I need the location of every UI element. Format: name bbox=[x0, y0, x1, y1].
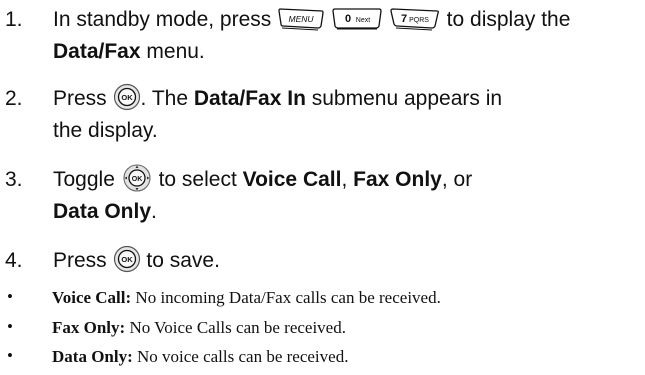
step-text: , bbox=[341, 168, 348, 191]
bullet-icon: • bbox=[7, 346, 13, 365]
step-emphasis: Fax Only bbox=[353, 168, 442, 191]
step-body: In standby mode, press MENU 0 Next 7 PQR… bbox=[53, 4, 643, 68]
step-text: , or bbox=[441, 168, 473, 191]
bullet-text: Data Only: No voice calls can be receive… bbox=[52, 345, 348, 369]
key-label: MENU bbox=[289, 14, 315, 24]
bullet-term: Data Only: bbox=[52, 347, 133, 366]
step-text: to select bbox=[158, 168, 237, 191]
ok-button-icon: OK bbox=[113, 83, 141, 111]
step-number: 1. bbox=[5, 8, 23, 31]
navigation-key-icon: OK bbox=[121, 164, 153, 192]
step-body: Toggle OK to select Voice Call, Fax Only… bbox=[53, 164, 643, 228]
bullet-term: Fax Only: bbox=[52, 318, 126, 337]
step-emphasis: Data/Fax bbox=[53, 40, 141, 63]
bullet-icon: • bbox=[7, 287, 13, 306]
key-label: 0 bbox=[345, 13, 351, 25]
step-text: to display the bbox=[446, 8, 571, 31]
bullet-description: No incoming Data/Fax calls can be receiv… bbox=[135, 288, 441, 307]
step-text: menu. bbox=[146, 40, 205, 63]
step-text: submenu appears in bbox=[311, 87, 503, 110]
step-text: to save. bbox=[146, 249, 220, 272]
bullet-term: Voice Call: bbox=[52, 288, 132, 307]
zero-next-key-icon: 0 Next bbox=[331, 7, 383, 31]
step-body: Press OK to save. bbox=[53, 245, 643, 277]
bullet-description: No Voice Calls can be received. bbox=[129, 318, 346, 337]
button-label: OK bbox=[121, 255, 133, 264]
key-label: 7 bbox=[401, 13, 407, 25]
bullet-description: No voice calls can be received. bbox=[137, 347, 349, 366]
step-text: Press bbox=[53, 249, 107, 272]
step-emphasis: Data Only bbox=[53, 200, 152, 223]
menu-key-icon: MENU bbox=[277, 7, 325, 31]
step-number: 3. bbox=[5, 168, 23, 191]
step-emphasis: Data/Fax In bbox=[193, 87, 306, 110]
step-text: Press bbox=[53, 87, 107, 110]
key-sublabel: Next bbox=[356, 17, 370, 24]
button-label: OK bbox=[131, 176, 142, 183]
step-text: . The bbox=[140, 87, 189, 110]
button-label: OK bbox=[121, 93, 133, 102]
step-text: Toggle bbox=[53, 168, 115, 191]
step-emphasis: Voice Call bbox=[242, 168, 342, 191]
key-sublabel: PQRS bbox=[409, 17, 429, 24]
step-text: In standby mode, press bbox=[53, 8, 272, 31]
step-text: . bbox=[151, 200, 157, 223]
step-body: Press OK . The Data/Fax In submenu appea… bbox=[53, 83, 643, 147]
bullet-text: Voice Call: No incoming Data/Fax calls c… bbox=[52, 286, 441, 310]
seven-pqrs-key-icon: 7 PQRS bbox=[389, 7, 441, 31]
bullet-text: Fax Only: No Voice Calls can be received… bbox=[52, 316, 346, 340]
ok-button-icon: OK bbox=[113, 245, 141, 273]
step-text: the display. bbox=[53, 119, 158, 142]
step-number: 4. bbox=[5, 249, 23, 272]
step-number: 2. bbox=[5, 87, 23, 110]
bullet-icon: • bbox=[7, 317, 13, 336]
